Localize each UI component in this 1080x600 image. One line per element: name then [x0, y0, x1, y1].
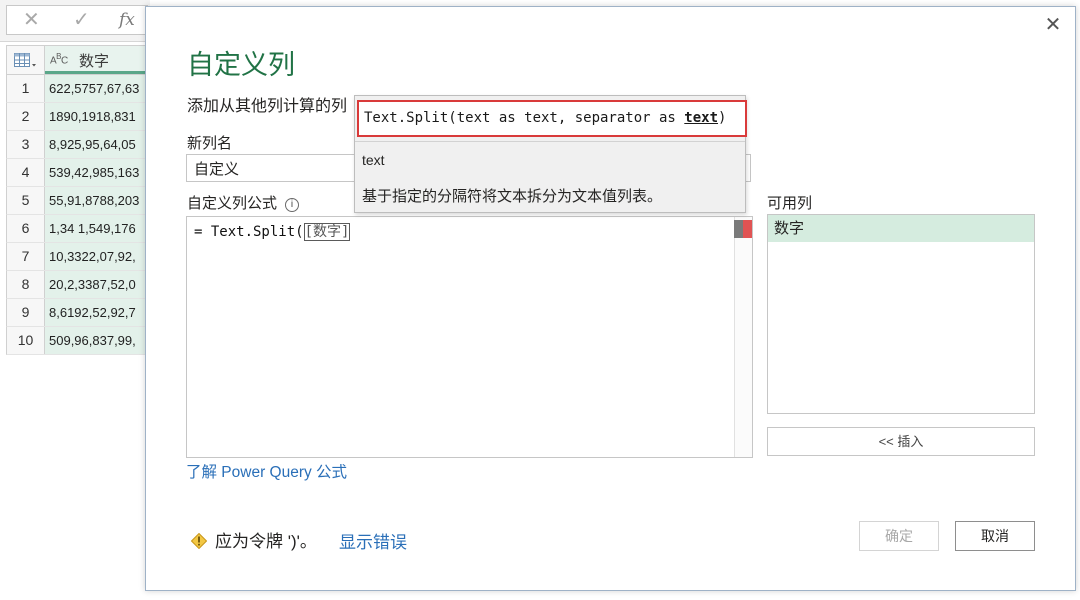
table-row[interactable]: 10 509,96,837,99, — [6, 327, 150, 355]
column-header-label: 数字 — [79, 53, 110, 70]
parameter-name: text — [362, 152, 385, 168]
available-columns-label: 可用列 — [767, 195, 813, 212]
formula-label: 自定义列公式 i — [187, 192, 300, 213]
table-row[interactable]: 9 8,6192,52,92,7 — [6, 299, 150, 327]
row-number[interactable]: 8 — [7, 271, 45, 298]
formula-scrollbar[interactable] — [734, 217, 752, 457]
formula-label-text: 自定义列公式 — [187, 195, 278, 212]
table-row[interactable]: 6 1,34 1,549,176 — [6, 215, 150, 243]
error-marker — [743, 220, 752, 238]
table-row[interactable]: 5 55,91,8788,203 — [6, 187, 150, 215]
data-grid: ABC 数字 1 622,5757,67,63 2 1890,1918,831 3 8,9… — [6, 45, 150, 355]
warning-icon — [190, 532, 208, 550]
insert-button[interactable]: << 插入 — [767, 427, 1035, 456]
cancel-button[interactable]: 取消 — [955, 521, 1035, 551]
cell-value[interactable]: 10,3322,07,92, — [45, 243, 150, 270]
signature-current-param: text — [684, 110, 719, 126]
ok-button[interactable]: 确定 — [859, 521, 939, 551]
cell-value[interactable]: 8,6192,52,92,7 — [45, 299, 150, 326]
check-icon[interactable]: ✓ — [73, 8, 90, 32]
cell-value[interactable]: 55,91,8788,203 — [45, 187, 150, 214]
fx-icon[interactable]: fx — [119, 8, 135, 32]
cell-value[interactable]: 8,925,95,64,05 — [45, 131, 150, 158]
close-icon[interactable]: ✕ — [1043, 15, 1063, 35]
row-number[interactable]: 3 — [7, 131, 45, 158]
formula-editor[interactable]: = Text.Split([数字] — [186, 216, 753, 458]
cell-value[interactable]: 20,2,3387,52,0 — [45, 271, 150, 298]
row-number[interactable]: 7 — [7, 243, 45, 270]
table-row[interactable]: 2 1890,1918,831 — [6, 103, 150, 131]
text-type-icon[interactable]: ABC — [50, 52, 68, 66]
available-columns-list[interactable]: 数字 — [767, 214, 1035, 414]
formula-bar: ✕ ✓ fx — [0, 0, 150, 42]
formula-bar-box[interactable]: ✕ ✓ fx — [6, 5, 148, 35]
dialog-subtitle: 添加从其他列计算的列 — [187, 98, 348, 115]
info-icon[interactable]: i — [285, 198, 300, 212]
row-number[interactable]: 5 — [7, 187, 45, 214]
available-column-item[interactable]: 数字 — [768, 215, 1034, 242]
grid-header: ABC 数字 — [6, 45, 150, 75]
table-menu-icon[interactable] — [7, 46, 45, 74]
function-signature-tooltip: Text.Split(text as text, separator as te… — [354, 95, 747, 213]
dialog-title: 自定义列 — [187, 50, 295, 80]
cell-value[interactable]: 539,42,985,163 — [45, 159, 150, 186]
signature-prefix: Text.Split(text as text, separator as — [364, 110, 685, 126]
scroll-marker — [734, 220, 743, 238]
tooltip-divider — [355, 141, 745, 142]
table-row[interactable]: 8 20,2,3387,52,0 — [6, 271, 150, 299]
table-row[interactable]: 1 622,5757,67,63 — [6, 75, 150, 103]
function-description: 基于指定的分隔符将文本拆分为文本值列表。 — [362, 188, 663, 205]
custom-column-dialog: ✕ 自定义列 添加从其他列计算的列 新列名 自定义列公式 i = Text.Spl… — [145, 6, 1076, 591]
table-row[interactable]: 3 8,925,95,64,05 — [6, 131, 150, 159]
column-header-numbers[interactable]: ABC 数字 — [45, 46, 149, 74]
function-signature: Text.Split(text as text, separator as te… — [357, 100, 747, 137]
show-errors-link[interactable]: 显示错误 — [339, 528, 407, 553]
row-number[interactable]: 2 — [7, 103, 45, 130]
formula-prefix: = Text.Split( — [194, 224, 304, 240]
row-number[interactable]: 4 — [7, 159, 45, 186]
cell-value[interactable]: 622,5757,67,63 — [45, 75, 150, 102]
table-row[interactable]: 4 539,42,985,163 — [6, 159, 150, 187]
formula-column-token: [数字] — [303, 223, 351, 241]
table-row[interactable]: 7 10,3322,07,92, — [6, 243, 150, 271]
new-column-label: 新列名 — [187, 135, 233, 152]
row-number[interactable]: 1 — [7, 75, 45, 102]
learn-formulas-link[interactable]: 了解 Power Query 公式 — [186, 460, 347, 482]
cancel-icon[interactable]: ✕ — [23, 8, 40, 32]
row-number[interactable]: 10 — [7, 327, 45, 354]
cell-value[interactable]: 1,34 1,549,176 — [45, 215, 150, 242]
signature-suffix: ) — [718, 110, 727, 126]
row-number[interactable]: 6 — [7, 215, 45, 242]
row-number[interactable]: 9 — [7, 299, 45, 326]
formula-text[interactable]: = Text.Split([数字] — [194, 221, 351, 241]
cell-value[interactable]: 1890,1918,831 — [45, 103, 150, 130]
cell-value[interactable]: 509,96,837,99, — [45, 327, 150, 354]
warning-message: 应为令牌 ')'。 — [190, 527, 317, 552]
warning-text: 应为令牌 ')'。 — [215, 532, 317, 551]
